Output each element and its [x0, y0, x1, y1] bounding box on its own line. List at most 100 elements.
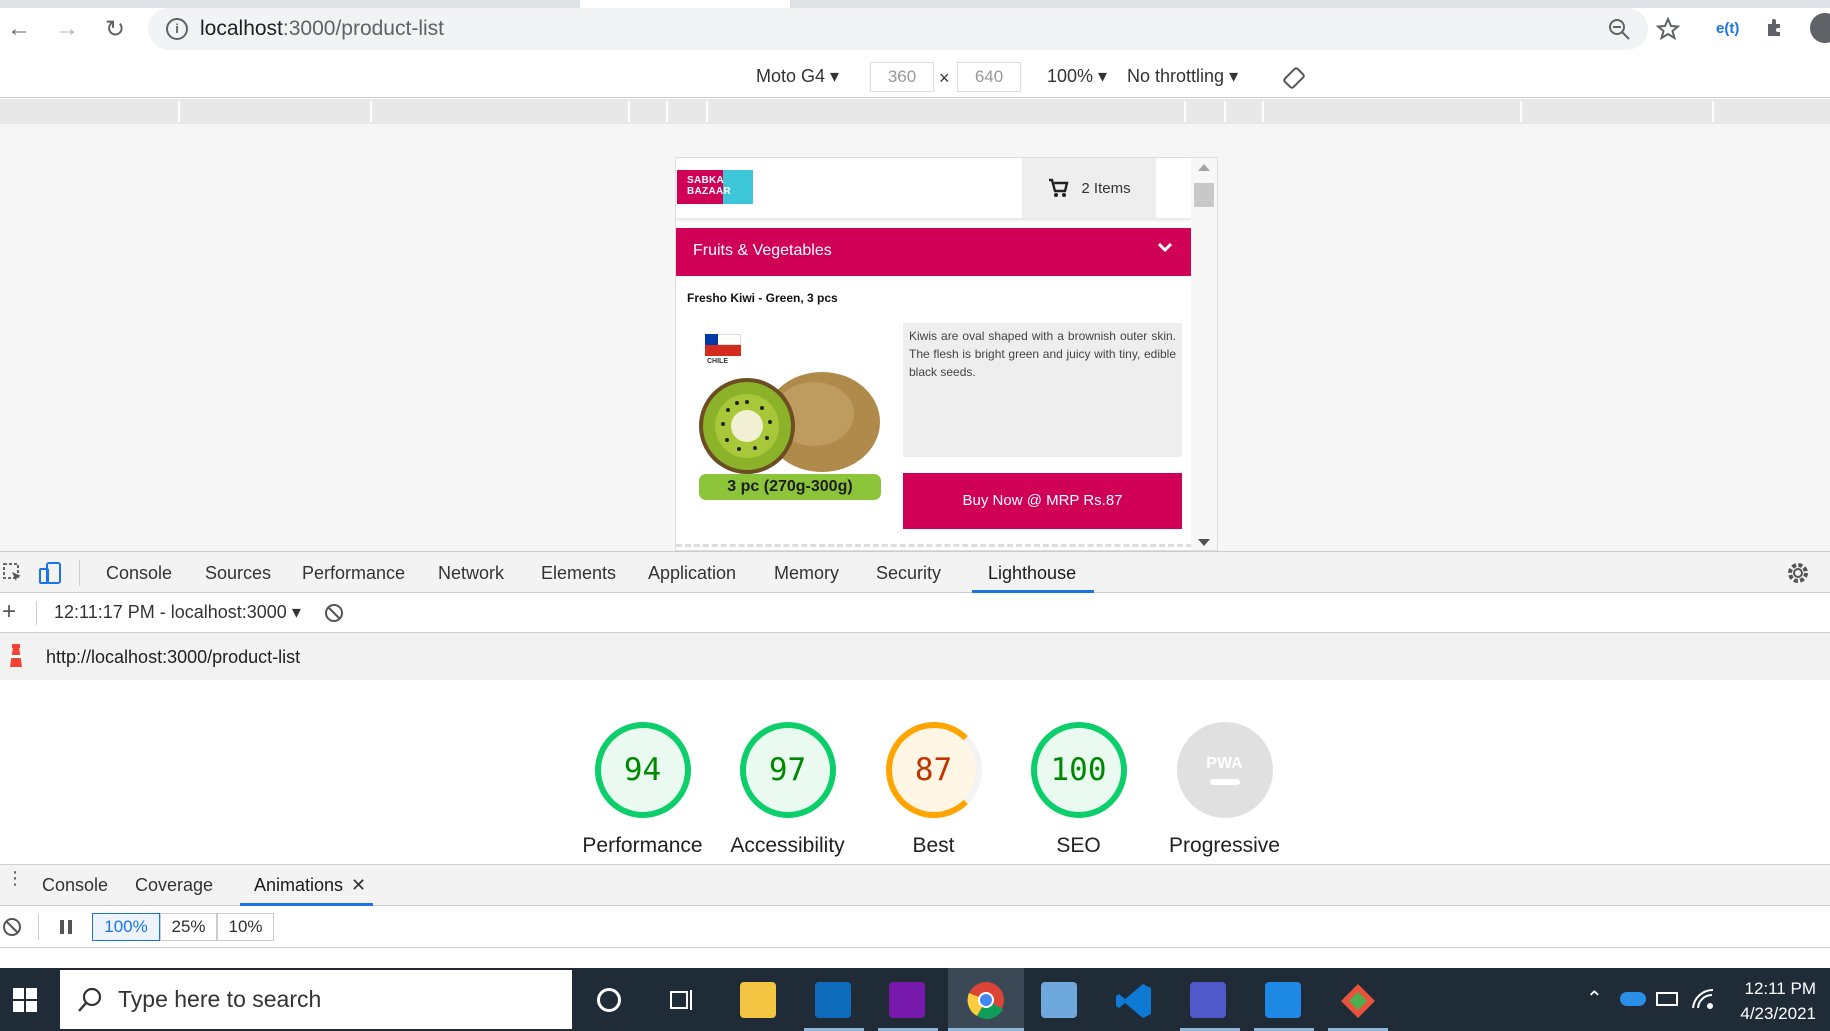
search-icon	[78, 987, 102, 1012]
pack-size-badge: 3 pc (270g-300g)	[699, 474, 881, 500]
divider	[676, 544, 1192, 547]
device-width-input[interactable]: 360	[870, 62, 934, 92]
speed-10[interactable]: 10%	[217, 913, 274, 941]
file-explorer-icon[interactable]	[740, 982, 776, 1018]
scroll-up-icon[interactable]	[1198, 164, 1210, 171]
drawer-tab-animations[interactable]: Animations	[254, 875, 343, 896]
address-bar[interactable]: i localhost:3000/product-list	[148, 8, 1648, 50]
git-client-icon[interactable]	[1339, 982, 1377, 1020]
tab-lighthouse[interactable]: Lighthouse	[988, 563, 1076, 584]
device-select[interactable]: Moto G4 ▾	[756, 66, 839, 87]
onenote-icon[interactable]	[889, 982, 925, 1018]
clear-icon[interactable]	[324, 603, 344, 623]
lighthouse-scores: 94 Performance 97 Accessibility 87 Best …	[0, 680, 1830, 864]
scroll-thumb[interactable]	[1194, 183, 1214, 207]
tab-memory[interactable]: Memory	[774, 563, 839, 584]
cart-button[interactable]: 2 Items	[1022, 158, 1156, 218]
score-accessibility[interactable]: 97 Accessibility	[715, 722, 860, 858]
devtools-tabbar: Console Sources Performance Network Elem…	[0, 551, 1830, 593]
lighthouse-logo-icon	[10, 644, 22, 667]
outlook-icon[interactable]	[815, 982, 851, 1018]
rotate-icon[interactable]	[1282, 66, 1306, 90]
animations-toolbar: 100% 25% 10%	[0, 906, 1830, 948]
score-ring: 100	[1030, 722, 1127, 818]
product-image[interactable]: CHILE 3 pc (270g-300g)	[687, 322, 893, 512]
score-label: SEO	[1056, 834, 1101, 857]
cart-icon	[1049, 178, 1069, 197]
drawer-tabbar: ⋮ Console Coverage Animations ✕	[0, 864, 1830, 906]
forward-icon[interactable]: →	[50, 12, 84, 46]
device-toolbar: Moto G4 ▾ 360 × 640 100% ▾ No throttling…	[0, 58, 1830, 98]
tab-performance[interactable]: Performance	[302, 563, 405, 584]
cortana-icon[interactable]	[597, 988, 621, 1012]
chrome-icon[interactable]	[967, 981, 1005, 1019]
vscode-icon[interactable]	[1115, 982, 1153, 1020]
drawer-tab-coverage[interactable]: Coverage	[135, 875, 213, 896]
score-seo[interactable]: 100 SEO	[1006, 722, 1151, 858]
score-performance[interactable]: 94 Performance	[570, 722, 715, 858]
report-url[interactable]: http://localhost:3000/product-list	[46, 647, 300, 668]
cart-count: 2 Items	[1081, 179, 1131, 197]
app-header: SABKA BAZAAR 2 Items	[676, 158, 1192, 218]
reload-icon[interactable]: ↻	[98, 12, 132, 46]
score-pwa[interactable]: PWA Progressive	[1152, 722, 1297, 858]
extensions-puzzle-icon[interactable]	[1764, 16, 1788, 40]
search-placeholder: Type here to search	[118, 986, 322, 1012]
bookmark-star-icon[interactable]	[1656, 17, 1680, 41]
new-report-icon[interactable]: +	[2, 598, 16, 626]
category-label: Fruits & Vegetables	[693, 242, 832, 259]
task-view-icon[interactable]	[668, 986, 696, 1014]
device-toggle-icon[interactable]	[38, 561, 62, 585]
category-dropdown[interactable]: Fruits & Vegetables	[676, 228, 1192, 276]
tab-sources[interactable]: Sources	[205, 563, 271, 584]
wifi-icon[interactable]	[1690, 986, 1716, 1012]
site-info-icon[interactable]: i	[166, 18, 188, 40]
report-selector[interactable]: 12:11:17 PM - localhost:3000 ▾	[54, 602, 301, 623]
back-icon[interactable]: ←	[2, 12, 36, 46]
teams-icon[interactable]	[1190, 982, 1226, 1018]
tab-console[interactable]: Console	[106, 563, 172, 584]
dimension-separator: ×	[939, 68, 950, 88]
chevron-down-icon	[1157, 242, 1173, 253]
sabka-bazaar-logo[interactable]: SABKA BAZAAR	[677, 170, 753, 204]
onedrive-icon[interactable]	[1620, 992, 1646, 1006]
uploader-icon[interactable]	[1265, 982, 1301, 1018]
tray-overflow-icon[interactable]: ⌃	[1586, 986, 1603, 1011]
throttling-select[interactable]: No throttling ▾	[1127, 66, 1238, 87]
battery-icon[interactable]	[1656, 992, 1678, 1006]
inspect-element-icon[interactable]	[2, 562, 24, 584]
profile-avatar[interactable]	[1810, 13, 1830, 43]
buy-now-button[interactable]: Buy Now @ MRP Rs.87	[903, 473, 1182, 529]
score-ring: 94	[594, 722, 691, 818]
pause-icon[interactable]	[58, 919, 74, 935]
tab-security[interactable]: Security	[876, 563, 941, 584]
zoom-icon[interactable]	[1608, 18, 1630, 40]
pwa-badge: PWA	[1176, 722, 1273, 818]
speed-100[interactable]: 100%	[92, 913, 160, 941]
score-best-practices[interactable]: 87 Best	[861, 722, 1006, 858]
product-name: Fresho Kiwi - Green, 3 pcs	[687, 291, 838, 305]
tab-elements[interactable]: Elements	[541, 563, 616, 584]
drawer-tab-console[interactable]: Console	[42, 875, 108, 896]
windows-taskbar: Type here to search ⌃ 12:11 PM 4/23/2021	[0, 968, 1830, 1031]
clock-date: 4/23/2021	[1740, 1004, 1816, 1023]
taskbar-clock[interactable]: 12:11 PM 4/23/2021	[1740, 976, 1816, 1026]
close-icon[interactable]: ✕	[351, 875, 366, 896]
zoom-select[interactable]: 100% ▾	[1047, 66, 1107, 87]
score-label: Progressive	[1169, 834, 1280, 857]
media-query-ruler[interactable]	[0, 99, 1830, 124]
scroll-down-icon[interactable]	[1198, 539, 1210, 546]
extension-badge[interactable]: e(t)	[1716, 20, 1739, 37]
scrollbar[interactable]	[1191, 158, 1217, 550]
device-height-input[interactable]: 640	[957, 62, 1021, 92]
settings-gear-icon[interactable]	[1786, 561, 1810, 585]
speed-25[interactable]: 25%	[160, 913, 217, 941]
remote-desktop-icon[interactable]	[1041, 982, 1077, 1018]
drawer-menu-icon[interactable]: ⋮	[6, 869, 24, 887]
start-button[interactable]	[0, 968, 50, 1031]
tab-network[interactable]: Network	[438, 563, 504, 584]
tab-application[interactable]: Application	[648, 563, 736, 584]
kiwi-illustration	[699, 372, 880, 474]
taskbar-search[interactable]: Type here to search	[60, 970, 572, 1029]
clear-animations-icon[interactable]	[2, 917, 22, 937]
